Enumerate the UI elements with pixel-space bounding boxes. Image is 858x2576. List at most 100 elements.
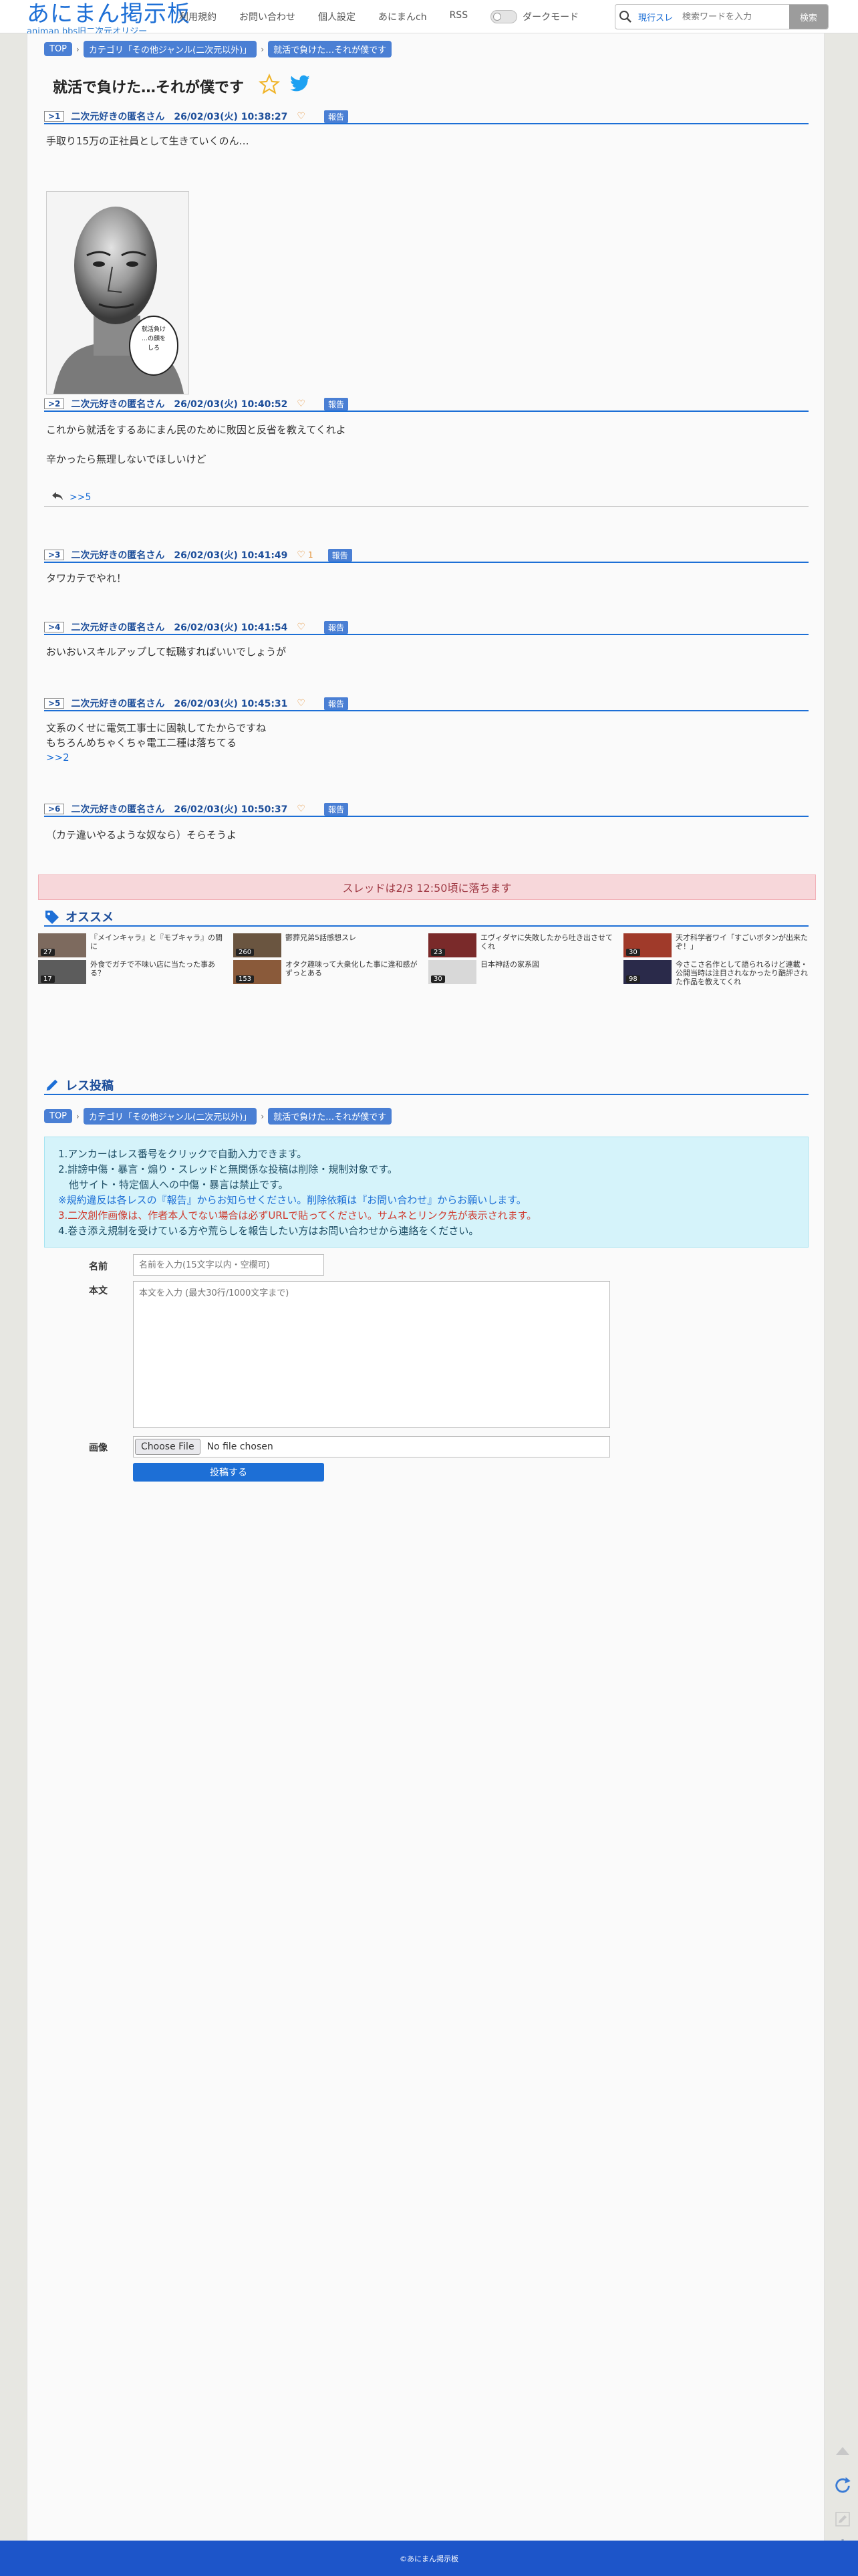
- recommend-title: オススメ: [65, 911, 114, 925]
- like-heart-icon[interactable]: ♡: [297, 398, 305, 409]
- scroll-top-button[interactable]: [831, 2439, 855, 2463]
- arrow-up-icon: [836, 2447, 849, 2455]
- nav-terms[interactable]: 利用規約: [179, 10, 217, 23]
- post-number[interactable]: >2: [44, 398, 65, 409]
- report-button[interactable]: 報告: [323, 397, 348, 411]
- breadcrumb-separator: ›: [261, 44, 265, 54]
- submit-button[interactable]: 投稿する: [133, 1463, 324, 1482]
- post-number[interactable]: >4: [44, 622, 65, 632]
- post-number[interactable]: >1: [44, 111, 65, 122]
- post-line: おいおいスキルアップして転職すればいいでしょうが: [46, 646, 287, 658]
- recommend-item[interactable]: 260 鬱葬兄弟5話感想スレ 153 オタク趣味って大衆化した事に違和感がずっと…: [233, 933, 427, 987]
- breadcrumb-separator: ›: [76, 44, 80, 54]
- recommend-item[interactable]: 23 エヴィダヤに失敗したから吐き出させてくれ 30 日本神話の家系図: [428, 933, 622, 987]
- report-button[interactable]: 報告: [323, 110, 348, 123]
- like-count: 1: [307, 550, 313, 560]
- page-title: 就活で負けた…それが僕です: [53, 80, 245, 96]
- post-image[interactable]: 就活負け …の顔を しろ: [46, 191, 189, 394]
- breadcrumb-category[interactable]: カテゴリ「その他ジャンル(二次元以外)」: [83, 1108, 257, 1125]
- nav-settings[interactable]: 個人設定: [318, 10, 355, 23]
- like-heart-icon[interactable]: ♡: [297, 111, 305, 122]
- reload-button[interactable]: [831, 2474, 855, 2498]
- tag-icon: [45, 911, 59, 924]
- reply-count: 153: [236, 975, 255, 983]
- recommend-title-text: 鬱葬兄弟5話感想スレ: [285, 933, 356, 942]
- breadcrumb-top[interactable]: TOP: [44, 1109, 73, 1123]
- reply-arrow-icon: [52, 491, 63, 503]
- breadcrumb: TOP › カテゴリ「その他ジャンル(二次元以外)」 › 就活で負けた…それが僕…: [44, 1108, 392, 1125]
- post-header: >5 二次元好きの匿名さん 26/02/03(火) 10:45:31 ♡ 報告: [44, 697, 809, 711]
- like-heart-icon[interactable]: ♡: [297, 698, 305, 709]
- post-date: 26/02/03(火) 10:41:54: [174, 622, 288, 633]
- main-content: TOP › カテゴリ「その他ジャンル(二次元以外)」 › 就活で負けた…それが僕…: [27, 33, 825, 2541]
- pencil-icon: [46, 1079, 58, 1091]
- thread-thumbnail: 30: [428, 960, 476, 984]
- post-date: 26/02/03(火) 10:40:52: [174, 399, 288, 410]
- svg-text:…の顔を: …の顔を: [142, 334, 166, 342]
- search-mode-select[interactable]: 現行スレ: [635, 11, 678, 23]
- recommend-title-text: 天才科学者ワイ「すごいボタンが出来たぞ！」: [676, 933, 808, 951]
- reply-count: 27: [41, 949, 55, 956]
- body-label: 本文: [89, 1286, 108, 1296]
- toggle-knob: [493, 13, 502, 21]
- post-header: >2 二次元好きの匿名さん 26/02/03(火) 10:40:52 ♡ 報告: [44, 397, 809, 412]
- like-heart-icon[interactable]: ♡: [297, 550, 305, 560]
- like-heart-icon[interactable]: ♡: [297, 622, 305, 632]
- report-button[interactable]: 報告: [323, 620, 348, 634]
- rule-text: 4.巻き添え規制を受けている方や荒らしを報告したい方はお問い合わせから連絡をくだ…: [58, 1225, 479, 1237]
- choose-file-button[interactable]: Choose File: [135, 1439, 200, 1455]
- favorite-star-icon[interactable]: [258, 73, 281, 99]
- post-number[interactable]: >5: [44, 698, 65, 709]
- breadcrumb-category[interactable]: カテゴリ「その他ジャンル(二次元以外)」: [83, 41, 257, 57]
- post-header: >6 二次元好きの匿名さん 26/02/03(火) 10:50:37 ♡ 報告: [44, 802, 809, 817]
- recommend-item[interactable]: 30 天才科学者ワイ「すごいボタンが出来たぞ！」 98 今さこさ名作として語られ…: [623, 933, 817, 987]
- recommend-title-text: 日本神話の家系図: [480, 960, 539, 969]
- reply-count: 30: [626, 949, 640, 956]
- dark-mode-switch[interactable]: ダークモード: [490, 10, 579, 23]
- breadcrumb-top[interactable]: TOP: [44, 42, 73, 56]
- rule-text: ※規約違反は各レスの『報告』からお知らせください。削除依頼は『お問い合わせ』から…: [58, 1194, 527, 1206]
- post-header: >1 二次元好きの匿名さん 26/02/03(火) 10:38:27 ♡ 報告: [44, 110, 809, 124]
- twitter-share-icon[interactable]: [289, 75, 311, 98]
- dark-mode-toggle[interactable]: [490, 10, 518, 23]
- file-input[interactable]: Choose File No file chosen: [133, 1436, 610, 1457]
- post-number[interactable]: >3: [44, 550, 65, 560]
- breadcrumb-thread[interactable]: 就活で負けた…それが僕です: [268, 1108, 392, 1125]
- thread-thumbnail: 260: [233, 933, 281, 957]
- post-line: これから就活をするあにまん民のために敗因と反省を教えてくれよ: [46, 424, 346, 436]
- write-button[interactable]: [831, 2507, 855, 2531]
- nav-contact[interactable]: お問い合わせ: [239, 10, 295, 23]
- recommend-heading: オススメ: [44, 908, 809, 927]
- like-heart-icon[interactable]: ♡: [297, 804, 305, 814]
- breadcrumb-thread[interactable]: 就活で負けた…それが僕です: [268, 41, 392, 57]
- thread-thumbnail: 30: [623, 933, 672, 957]
- post-number[interactable]: >6: [44, 804, 65, 814]
- post-header: >3 二次元好きの匿名さん 26/02/03(火) 10:41:49 ♡ 1 報…: [44, 548, 809, 563]
- post-body: （カテ違いやるような奴なら）そらそうよ: [46, 828, 237, 842]
- thread-title-row: 就活で負けた…それが僕です: [53, 73, 311, 99]
- man-portrait-image: 就活負け …の顔を しろ: [47, 192, 188, 394]
- reply-form-heading: レス投稿: [44, 1076, 809, 1095]
- footer: ©あにまん掲示板: [0, 2541, 858, 2576]
- reply-anchor-link[interactable]: >>5: [69, 492, 91, 503]
- recommend-grid: 27 『メインキャラ』と『モブキャラ』の間に 17 外食でガチで不味い店に当たっ…: [38, 933, 816, 987]
- reply-row: >>5: [44, 488, 809, 507]
- site-logo[interactable]: あにまん掲示板 animan bbs旧二次元オリジー: [27, 1, 190, 37]
- report-button[interactable]: 報告: [323, 697, 348, 710]
- nav-rss[interactable]: RSS: [450, 10, 468, 23]
- post-body: タワカテでやれ！: [46, 571, 126, 586]
- report-button[interactable]: 報告: [323, 802, 348, 816]
- report-button[interactable]: 報告: [327, 548, 352, 562]
- recommend-title-text: オタク趣味って大衆化した事に違和感がずっとある: [285, 960, 418, 977]
- search-button[interactable]: 検索: [789, 5, 828, 29]
- body-textarea[interactable]: [133, 1281, 610, 1428]
- name-field[interactable]: [133, 1254, 324, 1276]
- post-body: これから就活をするあにまん民のために敗因と反省を教えてくれよ 辛かったら無理しな…: [46, 423, 346, 467]
- image-label: 画像: [89, 1443, 108, 1453]
- top-nav: 利用規約 お問い合わせ 個人設定 あにまんch RSS ダークモード: [179, 10, 579, 23]
- post-anchor-link[interactable]: >>2: [46, 750, 266, 765]
- nav-animanch[interactable]: あにまんch: [378, 10, 427, 23]
- search-input[interactable]: [678, 11, 789, 22]
- search-icon[interactable]: [615, 7, 635, 27]
- recommend-item[interactable]: 27 『メインキャラ』と『モブキャラ』の間に 17 外食でガチで不味い店に当たっ…: [38, 933, 232, 987]
